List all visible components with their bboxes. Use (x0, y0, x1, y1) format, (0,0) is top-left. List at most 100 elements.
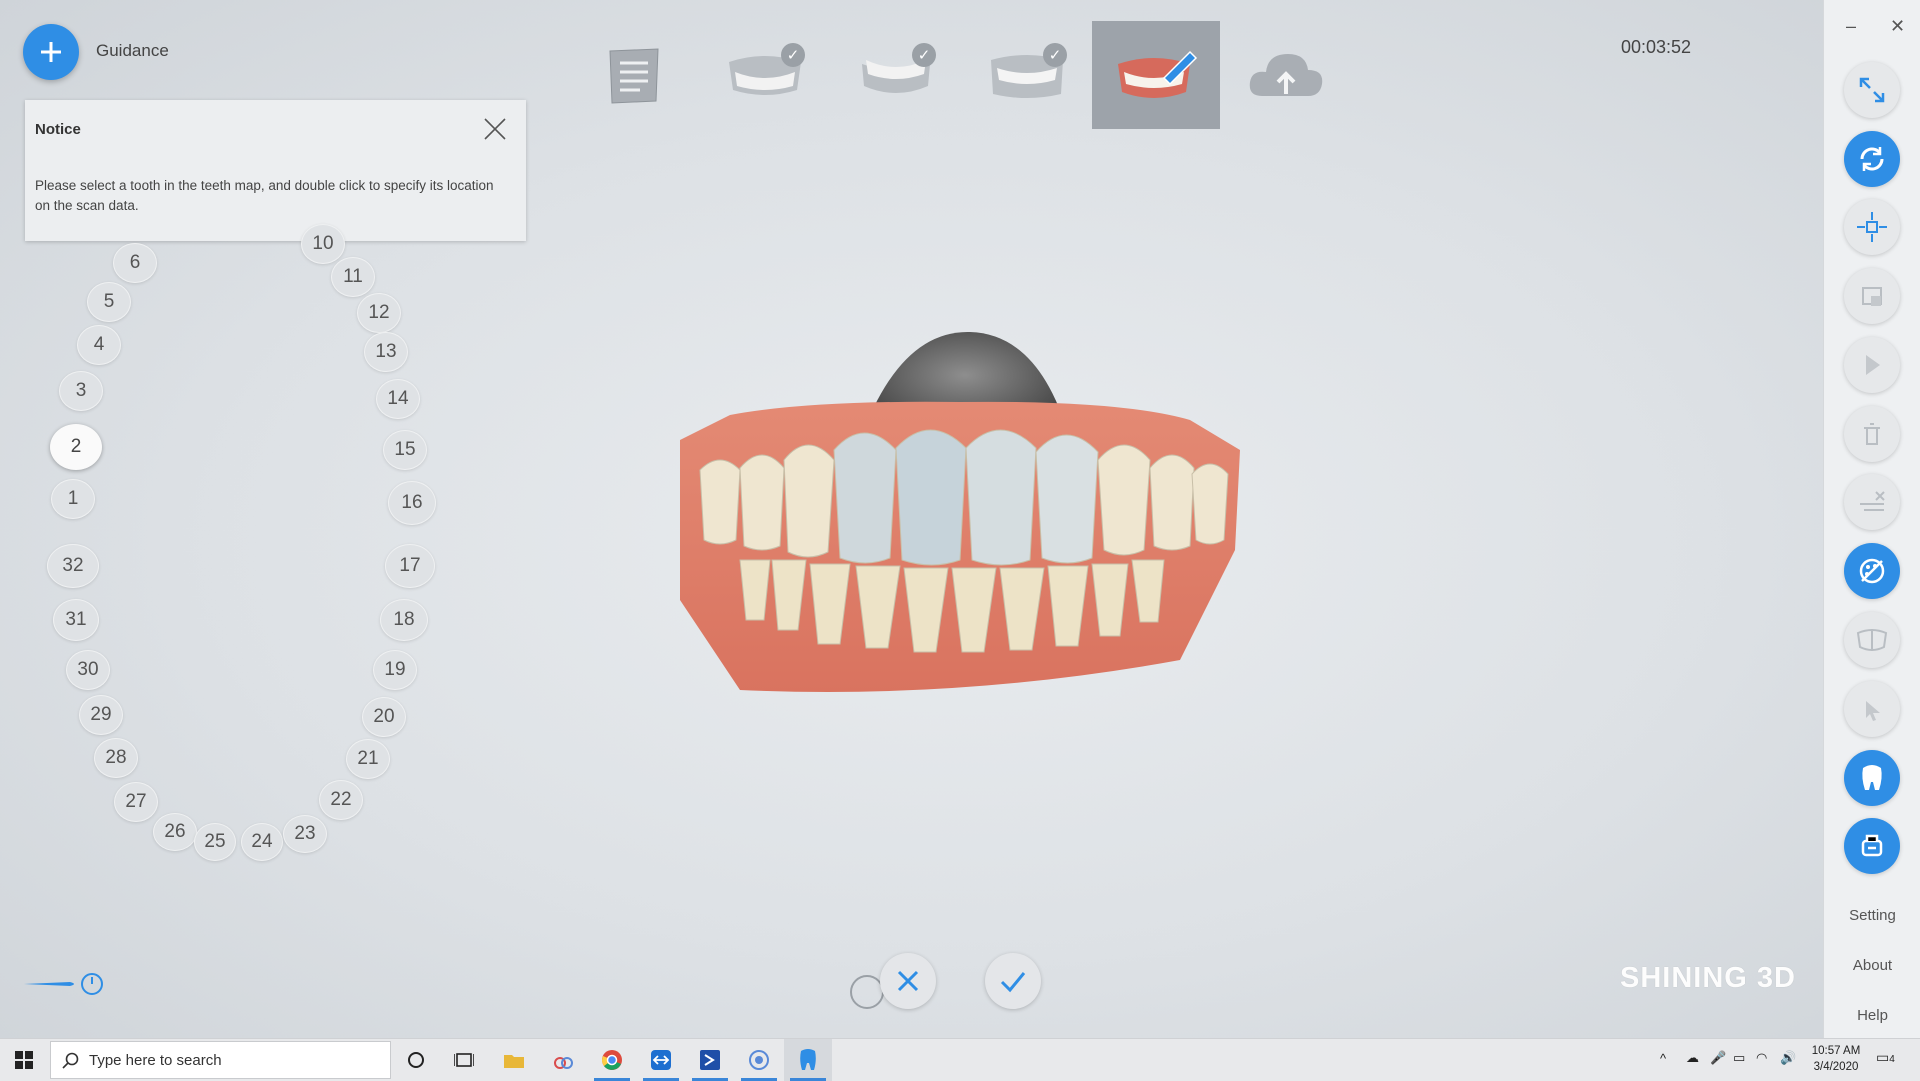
help-link[interactable]: Help (1824, 1007, 1920, 1024)
tooth-29[interactable]: 29 (79, 695, 123, 735)
trash-icon (1864, 423, 1880, 445)
tooth-19[interactable]: 19 (373, 650, 417, 690)
about-link[interactable]: About (1824, 957, 1920, 974)
tooth-27[interactable]: 27 (114, 782, 158, 822)
tooth-3[interactable]: 3 (59, 371, 103, 411)
tooth-button[interactable] (1844, 750, 1900, 806)
tooth-23[interactable]: 23 (283, 815, 327, 853)
scanner-status[interactable] (22, 972, 112, 996)
rotate-button[interactable] (1844, 131, 1900, 187)
tooth-32[interactable]: 32 (47, 544, 99, 588)
onedrive-icon[interactable]: ☁ (1686, 1050, 1699, 1066)
tooth-5[interactable]: 5 (87, 282, 131, 322)
pan-button[interactable] (1844, 199, 1900, 255)
search-placeholder: Type here to search (89, 1052, 222, 1069)
cortana-icon (408, 1052, 424, 1068)
close-icon (897, 970, 919, 992)
chrome-icon (602, 1050, 622, 1070)
task-view-button[interactable] (440, 1039, 488, 1081)
delete-button[interactable] (1844, 406, 1900, 462)
dental-scan-app-task[interactable] (784, 1039, 832, 1081)
bite-button[interactable] (1844, 612, 1900, 668)
fullscreen-button[interactable] (1844, 62, 1900, 118)
tooth-18[interactable]: 18 (380, 599, 428, 641)
tooth-4[interactable]: 4 (77, 325, 121, 365)
tooth-11[interactable]: 11 (331, 257, 375, 297)
network-icon[interactable]: ◠ (1756, 1050, 1767, 1066)
close-icon[interactable] (482, 116, 508, 142)
recorder-app[interactable] (735, 1039, 783, 1081)
tooth-icon (800, 1049, 816, 1070)
teamviewer-icon (651, 1050, 671, 1070)
tooth-13[interactable]: 13 (364, 332, 408, 372)
clock[interactable]: 10:57 AM 3/4/2020 (1808, 1043, 1864, 1075)
cancel-button[interactable] (880, 953, 936, 1009)
minimize-button[interactable]: – (1846, 16, 1856, 37)
select-button[interactable] (1844, 337, 1900, 393)
tooth-25[interactable]: 25 (194, 823, 236, 861)
notification-center-icon[interactable]: ▭4 (1876, 1049, 1895, 1068)
tooth-28[interactable]: 28 (94, 738, 138, 778)
teamviewer-app[interactable] (637, 1039, 685, 1081)
bite-icon (1856, 629, 1888, 651)
volume-icon[interactable]: 🔊 (1780, 1050, 1796, 1066)
taskbar: Type here to search ^ ☁ 🎤 ▭ ◠ 🔊 10:57 AM… (0, 1038, 1920, 1081)
check-icon: ✓ (912, 43, 936, 67)
scanner-icon (1861, 834, 1883, 857)
pointer-icon (1866, 355, 1880, 375)
tray-overflow-icon[interactable]: ^ (1660, 1051, 1666, 1067)
step-upload[interactable] (1222, 21, 1350, 129)
tooth-16[interactable]: 16 (388, 481, 436, 525)
tooth-14[interactable]: 14 (376, 379, 420, 419)
step-tooth-marking[interactable] (1092, 21, 1220, 129)
dental-scan-model[interactable] (660, 320, 1250, 710)
tooth-20[interactable]: 20 (362, 697, 406, 737)
tooth-24[interactable]: 24 (241, 823, 283, 861)
cursor-icon (1866, 701, 1880, 721)
tooth-21[interactable]: 21 (346, 739, 390, 779)
step-occlusion[interactable]: ✓ (963, 21, 1091, 129)
step-order-info[interactable] (569, 21, 697, 129)
tooth-10[interactable]: 10 (301, 224, 345, 264)
tooth-30[interactable]: 30 (66, 650, 110, 690)
snipping-app[interactable] (539, 1039, 587, 1081)
tooth-26[interactable]: 26 (153, 813, 197, 851)
cursor-button[interactable] (1844, 681, 1900, 737)
tooth-17[interactable]: 17 (385, 544, 435, 588)
notice-text: Please select a tooth in the teeth map, … (35, 178, 494, 213)
window-close-button[interactable]: ✕ (1890, 16, 1905, 37)
remote-app[interactable] (686, 1039, 734, 1081)
battery-icon[interactable]: ▭ (1733, 1050, 1745, 1066)
taskbar-search-box[interactable]: Type here to search (50, 1041, 391, 1079)
dental-scan-app: Guidance Notice Please select a tooth in… (0, 0, 1823, 1038)
tooth-1[interactable]: 1 (51, 479, 95, 519)
search-icon (62, 1052, 79, 1069)
tooth-31[interactable]: 31 (53, 599, 99, 641)
start-button[interactable] (0, 1039, 48, 1081)
check-icon (1000, 972, 1026, 993)
notice-title: Notice (35, 121, 81, 138)
tooth-12[interactable]: 12 (357, 293, 401, 333)
scanner-button[interactable] (1844, 818, 1900, 874)
microphone-icon[interactable]: 🎤 (1710, 1050, 1726, 1066)
tooth-edit-icon (1118, 50, 1198, 98)
lock-button[interactable] (1844, 268, 1900, 324)
cloud-upload-icon (1249, 54, 1323, 96)
tooth-22[interactable]: 22 (319, 780, 363, 820)
setting-link[interactable]: Setting (1824, 907, 1920, 924)
trim-button[interactable] (1844, 474, 1900, 530)
chrome-app[interactable] (588, 1039, 636, 1081)
tooth-6[interactable]: 6 (113, 243, 157, 283)
guidance-button[interactable] (23, 24, 79, 80)
tooth-icon (1862, 765, 1882, 790)
brand-logo: SHINING 3D (1620, 962, 1796, 994)
texture-button[interactable] (1844, 543, 1900, 599)
cortana-button[interactable] (392, 1039, 440, 1081)
scan-viewport[interactable] (660, 320, 1250, 710)
confirm-button[interactable] (985, 953, 1041, 1009)
file-explorer-app[interactable] (490, 1039, 538, 1081)
tooth-15[interactable]: 15 (383, 430, 427, 470)
tooth-2[interactable]: 2 (50, 424, 102, 470)
step-lower-jaw[interactable]: ✓ (832, 21, 960, 129)
step-upper-jaw[interactable]: ✓ (701, 21, 829, 129)
